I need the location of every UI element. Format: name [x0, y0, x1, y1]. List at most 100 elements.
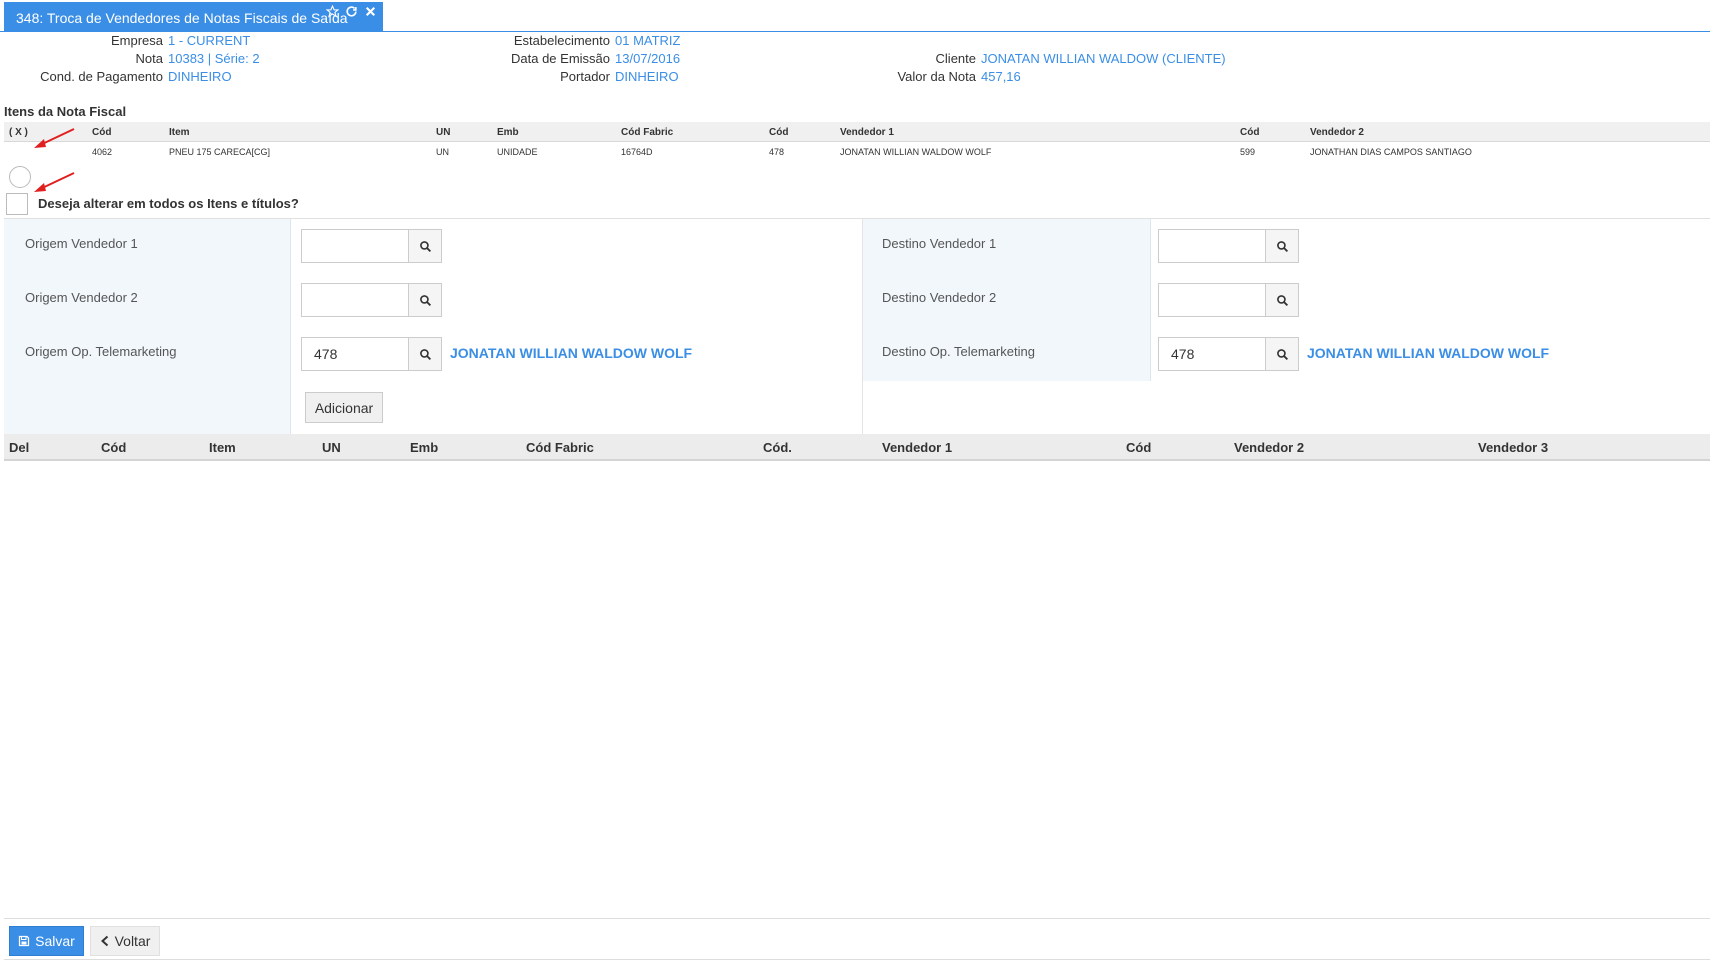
results-col-vendedor1: Vendedor 1	[882, 440, 953, 455]
destino-v1-group	[1158, 229, 1299, 263]
origem-tele-input[interactable]	[301, 337, 408, 371]
item-select-radio[interactable]	[9, 166, 31, 188]
destino-v1-input[interactable]	[1158, 229, 1265, 263]
origem-v2-search-button[interactable]	[408, 283, 442, 317]
search-icon	[419, 348, 431, 360]
vendor-form: Origem Vendedor 1 Origem Vendedor 2 Orig…	[4, 218, 1710, 434]
items-col-vendedor1: Vendedor 1	[840, 127, 894, 138]
close-icon[interactable]	[364, 5, 377, 20]
form-divider	[862, 219, 863, 434]
items-col-cod-v2: Cód	[1240, 127, 1260, 138]
items-col-un: UN	[436, 127, 451, 138]
item-cod-v1: 478	[769, 147, 785, 157]
results-table-header: Del Cód Item UN Emb Cód Fabric Cód. Vend…	[4, 434, 1710, 461]
floppy-disk-icon	[19, 935, 30, 947]
save-label: Salvar	[35, 933, 75, 949]
valor-label: Valor da Nota	[897, 69, 976, 84]
destino-v2-search-button[interactable]	[1265, 283, 1299, 317]
cliente-label: Cliente	[935, 51, 976, 66]
item-emb: UNIDADE	[497, 147, 538, 157]
results-col-cod-v1: Cód.	[763, 440, 792, 455]
origem-v1-input[interactable]	[301, 229, 408, 263]
estab-value: 01 MATRIZ	[615, 33, 681, 48]
items-col-cod-fabric: Cód Fabric	[621, 127, 674, 138]
valor-row: Valor da Nota 457,16	[0, 69, 1021, 87]
invoice-info: Empresa 1 - CURRENT Nota 10383 | Série: 2 …	[0, 32, 1710, 88]
destino-tele-search-button[interactable]	[1265, 337, 1299, 371]
chevron-left-icon	[100, 935, 108, 947]
item-cod-fabric: 16764D	[621, 147, 653, 157]
items-col-vendedor2: Vendedor 2	[1310, 127, 1364, 138]
footer-toolbar: Salvar Voltar	[4, 918, 1710, 960]
destino-v2-group	[1158, 283, 1299, 317]
items-col-select: ( X )	[9, 127, 28, 138]
destino-tele-group	[1158, 337, 1299, 371]
destino-tele-label: Destino Op. Telemarketing	[882, 344, 1035, 359]
results-col-cod-v2: Cód	[1126, 440, 1152, 455]
search-icon	[419, 294, 431, 306]
origem-v1-group	[301, 229, 442, 263]
items-col-item: Item	[169, 127, 190, 138]
destino-v2-input[interactable]	[1158, 283, 1265, 317]
origem-tele-name[interactable]: JONATAN WILLIAN WALDOW WOLF	[450, 345, 692, 361]
origem-tele-label: Origem Op. Telemarketing	[25, 344, 177, 359]
search-icon	[1276, 294, 1288, 306]
results-col-vendedor3: Vendedor 3	[1478, 440, 1549, 455]
results-col-cod-fabric: Cód Fabric	[526, 440, 594, 455]
results-col-un: UN	[322, 440, 341, 455]
item-name: PNEU 175 CARECA[CG]	[169, 147, 271, 157]
destino-v2-label: Destino Vendedor 2	[882, 290, 997, 305]
back-button[interactable]: Voltar	[90, 926, 160, 956]
items-table: ( X ) Cód Item UN Emb Cód Fabric Cód Ven…	[4, 122, 1710, 192]
results-col-item: Item	[209, 440, 236, 455]
item-vendedor1: JONATAN WILLIAN WALDOW WOLF	[840, 147, 992, 157]
search-icon	[1276, 348, 1288, 360]
table-row[interactable]: 4062 PNEU 175 CARECA[CG] UN UNIDADE 1676…	[4, 142, 1710, 192]
destino-v1-label: Destino Vendedor 1	[882, 236, 997, 251]
origem-v2-input[interactable]	[301, 283, 408, 317]
origem-tele-group	[301, 337, 442, 371]
results-col-vendedor2: Vendedor 2	[1234, 440, 1305, 455]
destino-v1-search-button[interactable]	[1265, 229, 1299, 263]
origem-v2-group	[301, 283, 442, 317]
item-cod: 4062	[92, 147, 113, 157]
valor-value: 457,16	[981, 69, 1021, 84]
items-col-cod-v1: Cód	[769, 127, 789, 138]
tab-icons	[325, 4, 377, 20]
results-col-del: Del	[9, 440, 30, 455]
tab-bar: 348: Troca de Vendedores de Notas Fiscai…	[0, 0, 1710, 32]
results-col-cod: Cód	[101, 440, 127, 455]
star-icon[interactable]	[325, 4, 340, 20]
back-label: Voltar	[114, 933, 151, 949]
save-button[interactable]: Salvar	[9, 926, 84, 956]
results-col-emb: Emb	[410, 440, 439, 455]
tab-troca-vendedores[interactable]: 348: Troca de Vendedores de Notas Fiscai…	[4, 2, 383, 32]
search-icon	[419, 240, 431, 252]
arrow-annotation-icon	[34, 172, 75, 192]
items-table-header: ( X ) Cód Item UN Emb Cód Fabric Cód Ven…	[4, 122, 1710, 142]
item-un: UN	[436, 147, 449, 157]
origem-label-column	[4, 219, 291, 434]
change-all-checkbox[interactable]	[6, 193, 28, 215]
origem-v1-label: Origem Vendedor 1	[25, 236, 138, 251]
item-cod-v2: 599	[1240, 147, 1256, 157]
estab-row: Estabelecimento 01 MATRIZ	[0, 33, 681, 51]
item-vendedor2: JONATHAN DIAS CAMPOS SANTIAGO	[1310, 147, 1472, 157]
search-icon	[1276, 240, 1288, 252]
items-col-cod: Cód	[92, 127, 112, 138]
items-section-title: Itens da Nota Fiscal	[4, 104, 127, 119]
cliente-row: Cliente JONATAN WILLIAN WALDOW (CLIENTE)	[0, 51, 1226, 69]
refresh-icon[interactable]	[345, 5, 358, 20]
origem-tele-search-button[interactable]	[408, 337, 442, 371]
change-all-label: Deseja alterar em todos os Itens e títul…	[38, 196, 299, 211]
add-button[interactable]: Adicionar	[305, 392, 383, 423]
estab-label: Estabelecimento	[513, 33, 610, 48]
arrow-annotation-icon	[34, 128, 75, 148]
items-col-emb: Emb	[497, 127, 519, 138]
origem-v2-label: Origem Vendedor 2	[25, 290, 138, 305]
tab-title: 348: Troca de Vendedores de Notas Fiscai…	[16, 10, 348, 26]
cliente-value: JONATAN WILLIAN WALDOW (CLIENTE)	[981, 51, 1226, 66]
destino-tele-input[interactable]	[1158, 337, 1265, 371]
origem-v1-search-button[interactable]	[408, 229, 442, 263]
destino-tele-name[interactable]: JONATAN WILLIAN WALDOW WOLF	[1307, 345, 1549, 361]
